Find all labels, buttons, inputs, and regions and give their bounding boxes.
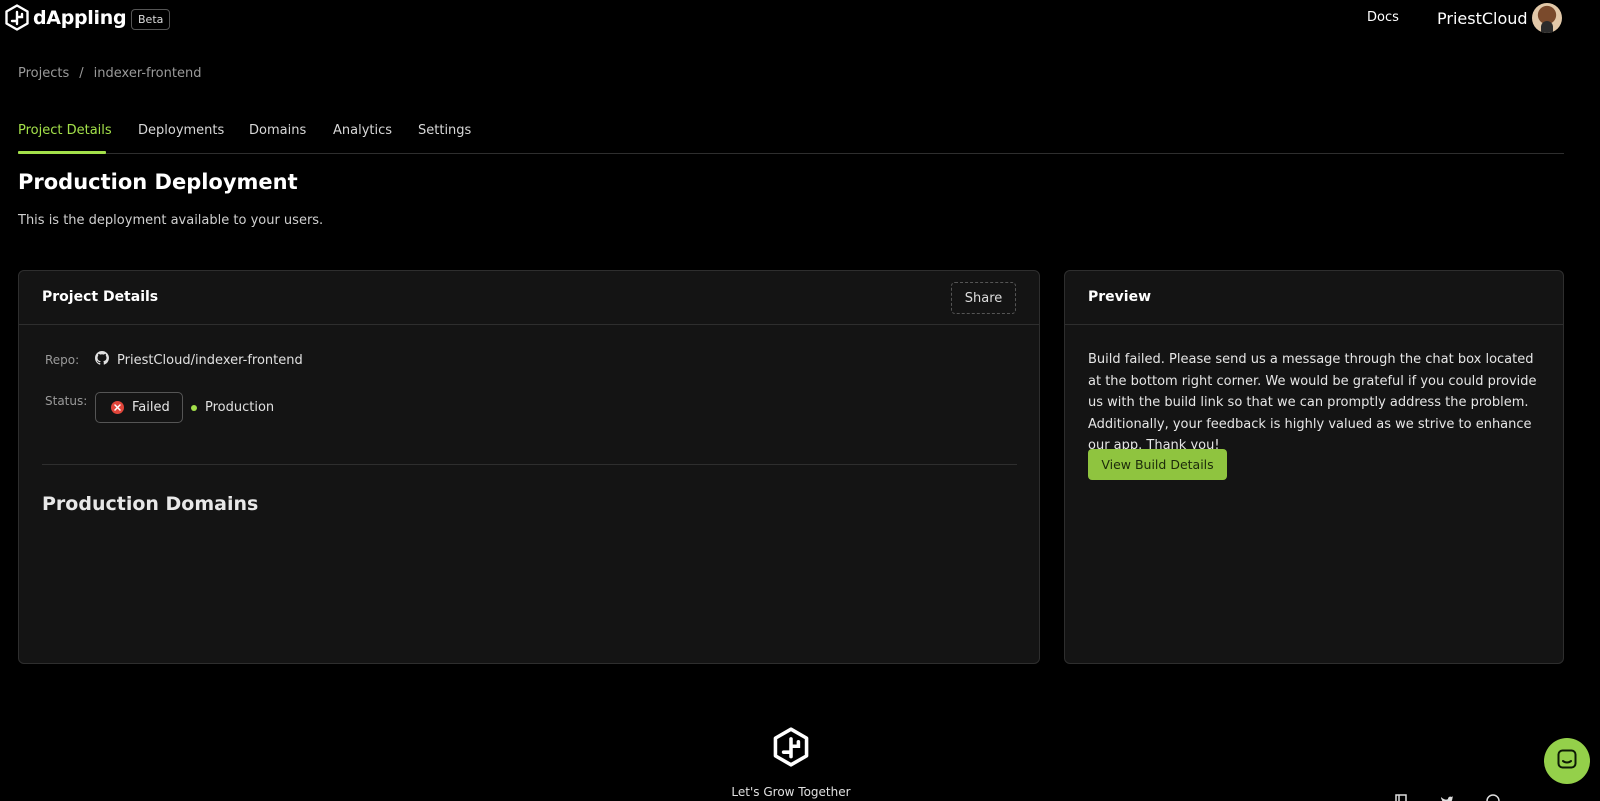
status-label: Status:: [45, 394, 88, 408]
brand-logo[interactable]: dAppling: [5, 4, 127, 31]
twitter-icon[interactable]: [1440, 793, 1454, 801]
beta-badge: Beta: [131, 9, 171, 30]
breadcrumb: Projects / indexer-frontend: [18, 66, 201, 81]
green-dot-icon: [191, 404, 197, 411]
breadcrumb-current[interactable]: indexer-frontend: [94, 66, 202, 81]
card-title: Preview: [1088, 289, 1152, 305]
build-failed-message: Build failed. Please send us a message t…: [1088, 352, 1537, 453]
github-icon: [95, 351, 109, 369]
production-domains-heading: Production Domains: [42, 493, 259, 515]
avatar[interactable]: [1532, 3, 1562, 33]
divider: [42, 464, 1017, 465]
chat-button[interactable]: [1544, 738, 1590, 784]
environment-text: Production: [205, 400, 275, 415]
card-title: Project Details: [42, 289, 159, 305]
tab-domains[interactable]: Domains: [249, 123, 306, 138]
repo-label: Repo:: [45, 353, 80, 367]
tab-settings[interactable]: Settings: [418, 123, 471, 138]
breadcrumb-separator: /: [79, 66, 84, 81]
top-bar: dAppling Beta Docs PriestCloud: [0, 0, 1600, 38]
footer-logo-icon: [773, 727, 809, 771]
repo-link[interactable]: PriestCloud/indexer-frontend: [95, 351, 303, 369]
status-badge[interactable]: Failed: [95, 392, 183, 423]
dappling-logo-icon: [5, 4, 29, 31]
tab-bar: Project Details Deployments Domains Anal…: [18, 112, 1564, 154]
chat-icon: [1556, 748, 1578, 774]
tab-analytics[interactable]: Analytics: [333, 123, 392, 138]
docs-icon[interactable]: [1394, 793, 1408, 801]
error-icon: [111, 401, 124, 414]
card-header: Preview: [1065, 271, 1563, 325]
status-text: Failed: [132, 400, 170, 415]
tab-deployments[interactable]: Deployments: [138, 123, 224, 138]
preview-card: Preview Build failed. Please send us a m…: [1064, 270, 1564, 664]
environment-indicator: Production: [191, 400, 274, 415]
repo-name: PriestCloud/indexer-frontend: [117, 352, 303, 368]
page-title: Production Deployment: [18, 170, 298, 194]
footer-tagline: Let's Grow Together: [731, 785, 851, 799]
tab-project-details[interactable]: Project Details: [18, 123, 112, 138]
share-button[interactable]: Share: [951, 282, 1016, 314]
breadcrumb-projects[interactable]: Projects: [18, 66, 69, 81]
active-tab-indicator: [18, 151, 106, 154]
discord-icon[interactable]: [1486, 793, 1500, 801]
docs-link[interactable]: Docs: [1367, 10, 1399, 25]
project-details-card: Project Details Share Repo: PriestCloud/…: [18, 270, 1040, 664]
brand-name: dAppling: [33, 6, 127, 29]
card-header: Project Details Share: [19, 271, 1039, 325]
view-build-details-button[interactable]: View Build Details: [1088, 449, 1227, 480]
user-name[interactable]: PriestCloud: [1437, 9, 1528, 28]
page-subtitle: This is the deployment available to your…: [18, 213, 324, 228]
